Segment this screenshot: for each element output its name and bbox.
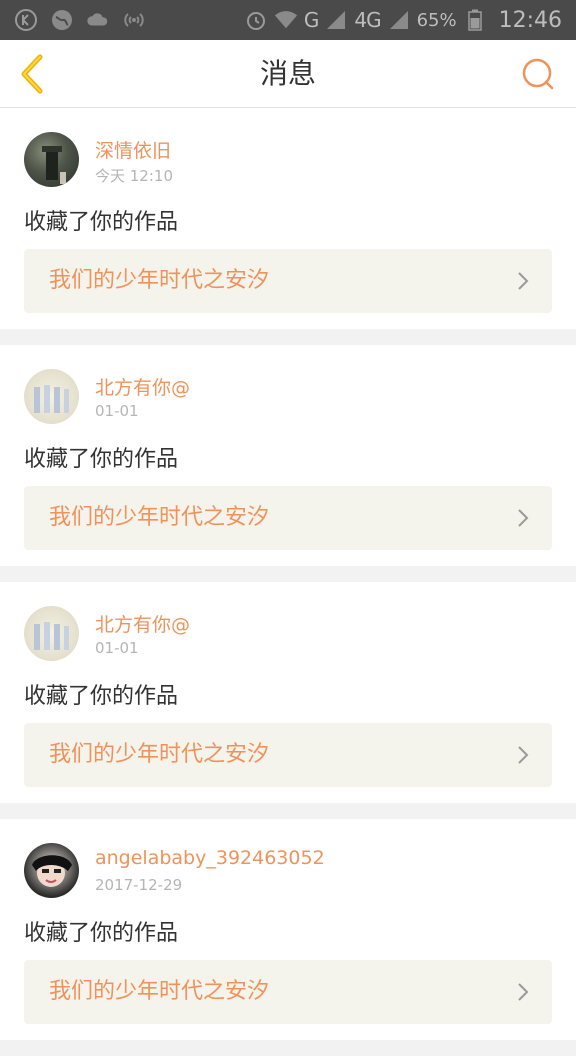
- chevron-right-icon: [518, 983, 529, 1001]
- avatar[interactable]: [24, 606, 79, 661]
- username[interactable]: angelababy_392463052: [95, 847, 325, 869]
- timestamp: 01-01: [95, 402, 139, 420]
- status-right-icons: G 4G 65% 12:46: [244, 8, 562, 33]
- avatar[interactable]: [24, 369, 79, 424]
- work-link[interactable]: 我们的少年时代之安汐: [24, 249, 552, 313]
- battery-icon: [463, 8, 487, 32]
- action-text: 收藏了你的作品: [24, 921, 179, 946]
- username[interactable]: 北方有你@: [95, 610, 190, 637]
- signal-icon-1: [324, 8, 348, 32]
- cloud-icon: [86, 8, 110, 32]
- search-icon: [522, 58, 554, 90]
- signal-icon-2: [387, 8, 411, 32]
- globe-icon: [50, 8, 74, 32]
- message-card: 深情依旧 今天 12:10 收藏了你的作品 我们的少年时代之安汐: [0, 108, 576, 329]
- signal-broadcast-icon: [122, 8, 146, 32]
- username[interactable]: 深情依旧: [95, 136, 171, 163]
- clock: 12:46: [498, 7, 562, 33]
- header: 消息: [0, 40, 576, 108]
- status-bar: G 4G 65% 12:46: [0, 0, 576, 40]
- message-card: 北方有你@ 01-01 收藏了你的作品 我们的少年时代之安汐: [0, 345, 576, 566]
- message-card: 北方有你@ 01-01 收藏了你的作品 我们的少年时代之安汐: [0, 582, 576, 803]
- wifi-icon: [274, 8, 298, 32]
- timestamp: 2017-12-29: [95, 876, 183, 894]
- work-title: 我们的少年时代之安汐: [49, 505, 270, 530]
- work-link[interactable]: 我们的少年时代之安汐: [24, 960, 552, 1024]
- action-text: 收藏了你的作品: [24, 684, 179, 709]
- page-title: 消息: [259, 57, 316, 90]
- network-type-g: G: [303, 8, 319, 32]
- avatar[interactable]: [24, 132, 79, 187]
- chevron-right-icon: [518, 746, 529, 764]
- message-card: angelababy_392463052 2017-12-29 收藏了你的作品 …: [0, 819, 576, 1040]
- search-button[interactable]: [518, 54, 558, 94]
- alarm-icon: [244, 8, 268, 32]
- timestamp: 01-01: [95, 639, 139, 657]
- network-type-4g: 4G: [354, 8, 381, 32]
- avatar[interactable]: [24, 843, 79, 898]
- chevron-right-icon: [518, 272, 529, 290]
- work-title: 我们的少年时代之安汐: [49, 742, 270, 767]
- action-text: 收藏了你的作品: [24, 210, 179, 235]
- work-link[interactable]: 我们的少年时代之安汐: [24, 723, 552, 787]
- work-link[interactable]: 我们的少年时代之安汐: [24, 486, 552, 550]
- k-app-icon: [14, 8, 38, 32]
- battery-percent: 65%: [416, 9, 457, 31]
- work-title: 我们的少年时代之安汐: [49, 268, 270, 293]
- username[interactable]: 北方有你@: [95, 373, 190, 400]
- chevron-right-icon: [518, 509, 529, 527]
- action-text: 收藏了你的作品: [24, 447, 179, 472]
- message-list: 深情依旧 今天 12:10 收藏了你的作品 我们的少年时代之安汐 北方有你@ 0…: [0, 108, 576, 1056]
- status-left-icons: [14, 8, 146, 32]
- timestamp: 今天 12:10: [95, 167, 173, 185]
- work-title: 我们的少年时代之安汐: [49, 979, 270, 1004]
